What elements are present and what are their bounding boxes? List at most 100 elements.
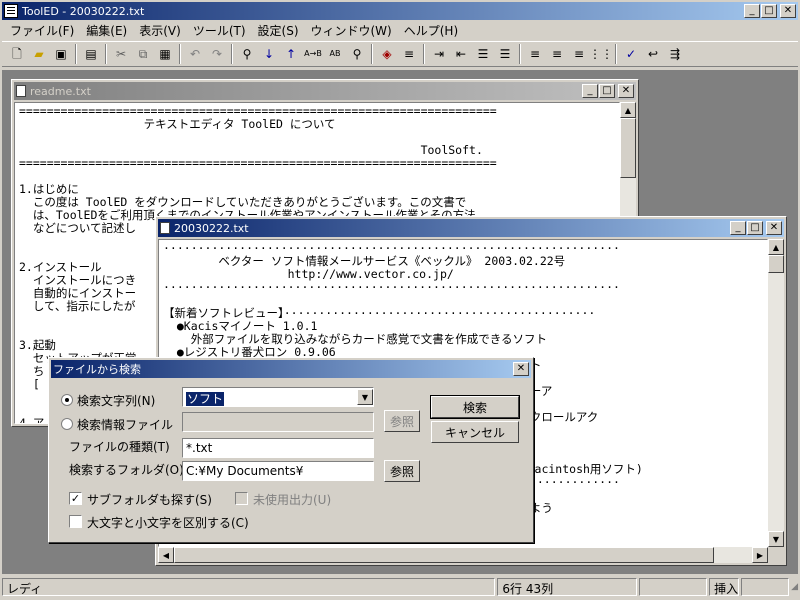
app-title: ToolED - 20030222.txt — [22, 4, 145, 18]
replace-icon[interactable]: A→B — [302, 43, 324, 65]
number-icon[interactable]: ☰ — [494, 43, 516, 65]
scroll-thumb[interactable] — [174, 547, 714, 563]
undo-icon[interactable]: ↶ — [184, 43, 206, 65]
toolbar: 🗋 ▰ ▣ ▤ ✂ ⧉ ▦ ↶ ↷ ⚲ ↓ ↑ A→B AB ⚲ ◈ ≡ ⇥ ⇤… — [2, 41, 798, 67]
wrap-icon[interactable]: ↩ — [642, 43, 664, 65]
copy-icon[interactable]: ⧉ — [132, 43, 154, 65]
menu-bar: ファイル(F) 編集(E) 表示(V) ツール(T) 設定(S) ウィンドウ(W… — [0, 20, 800, 40]
scroll-thumb[interactable] — [620, 118, 636, 178]
unused-output-label: 未使用出力(U) — [253, 493, 332, 507]
dialog-title: ファイルから検索 — [53, 363, 141, 376]
paste-icon[interactable]: ▦ — [154, 43, 176, 65]
search-button[interactable]: 検索 — [430, 395, 520, 419]
app-icon — [4, 4, 18, 18]
maximize-icon[interactable]: □ — [761, 4, 777, 18]
close-icon[interactable]: ✕ — [618, 84, 634, 98]
case-sensitive-label: 大文字と小文字を区別する(C) — [87, 516, 249, 530]
search-string-combo[interactable]: ソフト — [182, 387, 374, 407]
scroll-thumb[interactable] — [768, 255, 784, 273]
case-sensitive-checkbox[interactable] — [69, 515, 82, 528]
search-string-label: 検索文字列(N) — [77, 394, 156, 408]
align-center-icon[interactable]: ≡ — [546, 43, 568, 65]
resize-grip-icon[interactable]: ◢ — [791, 582, 798, 592]
open-icon[interactable]: ▰ — [28, 43, 50, 65]
mail-vertical-scrollbar[interactable]: ▲ ▼ — [768, 239, 784, 547]
status-ready: レディ — [2, 578, 496, 596]
close-icon[interactable]: ✕ — [513, 362, 529, 376]
status-position: 6行 43列 — [497, 578, 638, 596]
spell-icon[interactable]: ✓ — [620, 43, 642, 65]
align-left-icon[interactable]: ≡ — [524, 43, 546, 65]
tag-icon[interactable]: ◈ — [376, 43, 398, 65]
document-icon — [160, 222, 170, 234]
scroll-left-icon[interactable]: ◀ — [158, 547, 174, 563]
close-icon[interactable]: ✕ — [766, 221, 782, 235]
replace-all-icon[interactable]: AB — [324, 43, 346, 65]
status-pane-empty — [741, 578, 790, 596]
justify-icon[interactable]: ⋮⋮ — [589, 43, 613, 65]
folder-field[interactable]: C:¥My Documents¥ — [182, 461, 374, 481]
menu-tools[interactable]: ツール(T) — [187, 22, 252, 39]
readme-text-line — [19, 170, 615, 183]
search-string-radio[interactable] — [61, 394, 73, 406]
cut-icon[interactable]: ✂ — [110, 43, 132, 65]
outdent-icon[interactable]: ⇤ — [450, 43, 472, 65]
dialog-title-bar[interactable]: ファイルから検索 ✕ — [51, 360, 531, 378]
list-icon[interactable]: ≡ — [398, 43, 420, 65]
scroll-up-icon[interactable]: ▲ — [620, 102, 636, 118]
file-type-field[interactable]: *.txt — [182, 438, 374, 458]
chevron-down-icon[interactable]: ▼ — [357, 389, 373, 405]
search-info-label: 検索情報ファイル — [77, 418, 174, 432]
menu-window[interactable]: ウィンドウ(W) — [305, 22, 398, 39]
minimize-icon[interactable]: _ — [730, 221, 746, 235]
find-prev-icon[interactable]: ↑ — [280, 43, 302, 65]
readme-title: readme.txt — [30, 84, 91, 98]
maximize-icon[interactable]: □ — [747, 221, 763, 235]
find-icon[interactable]: ⚲ — [236, 43, 258, 65]
browse-info-button: 参照 — [384, 410, 420, 432]
save-icon[interactable]: ▣ — [50, 43, 72, 65]
subfolder-label: サブフォルダも探す(S) — [87, 493, 212, 507]
search-info-radio[interactable] — [61, 418, 73, 430]
find-in-files-dialog[interactable]: ファイルから検索 ✕ 検索文字列(N) ソフト ▼ 検索情報ファイル 参照 ファ… — [48, 357, 534, 543]
redo-icon[interactable]: ↷ — [206, 43, 228, 65]
minimize-icon[interactable]: _ — [582, 84, 598, 98]
scroll-down-icon[interactable]: ▼ — [768, 531, 784, 547]
indent-icon[interactable]: ⇥ — [428, 43, 450, 65]
menu-file[interactable]: ファイル(F) — [4, 22, 80, 39]
mail-horizontal-scrollbar[interactable]: ◀ ▶ — [158, 547, 768, 563]
menu-view[interactable]: 表示(V) — [133, 22, 187, 39]
status-pane-empty — [639, 578, 708, 596]
mail-title: 20030222.txt — [174, 221, 249, 235]
jump-icon[interactable]: ⇶ — [664, 43, 686, 65]
subfolder-checkbox[interactable]: ✓ — [69, 492, 82, 505]
mail-text-line: ········································… — [163, 280, 620, 294]
menu-edit[interactable]: 編集(E) — [80, 22, 133, 39]
cancel-button[interactable]: キャンセル — [431, 421, 519, 443]
bullet-icon[interactable]: ☰ — [472, 43, 494, 65]
scroll-right-icon[interactable]: ▶ — [752, 547, 768, 563]
folder-label: 検索するフォルダ(O) — [69, 463, 184, 477]
menu-settings[interactable]: 設定(S) — [252, 22, 305, 39]
find-in-files-icon[interactable]: ⚲ — [346, 43, 368, 65]
unused-output-checkbox — [235, 492, 248, 505]
mail-title-bar[interactable]: 20030222.txt _ □ ✕ — [158, 219, 784, 237]
app-title-bar[interactable]: ToolED - 20030222.txt _ □ ✕ — [2, 2, 798, 20]
readme-text-line: テキストエディタ ToolED について — [19, 117, 336, 131]
find-next-icon[interactable]: ↓ — [258, 43, 280, 65]
search-info-field — [182, 412, 374, 432]
menu-help[interactable]: ヘルプ(H) — [398, 22, 464, 39]
readme-title-bar[interactable]: readme.txt _ □ ✕ — [14, 82, 636, 100]
document-icon — [16, 85, 26, 97]
scroll-up-icon[interactable]: ▲ — [768, 239, 784, 255]
print-icon[interactable]: ▤ — [80, 43, 102, 65]
status-mode: 挿入 — [709, 578, 740, 596]
browse-folder-button[interactable]: 参照 — [384, 460, 420, 482]
file-type-label: ファイルの種類(T) — [69, 440, 170, 454]
maximize-icon[interactable]: □ — [599, 84, 615, 98]
minimize-icon[interactable]: _ — [744, 4, 760, 18]
status-bar: レディ 6行 43列 挿入 ◢ — [0, 576, 800, 598]
close-icon[interactable]: ✕ — [780, 4, 796, 18]
new-icon[interactable]: 🗋 — [6, 43, 28, 65]
align-right-icon[interactable]: ≡ — [568, 43, 590, 65]
